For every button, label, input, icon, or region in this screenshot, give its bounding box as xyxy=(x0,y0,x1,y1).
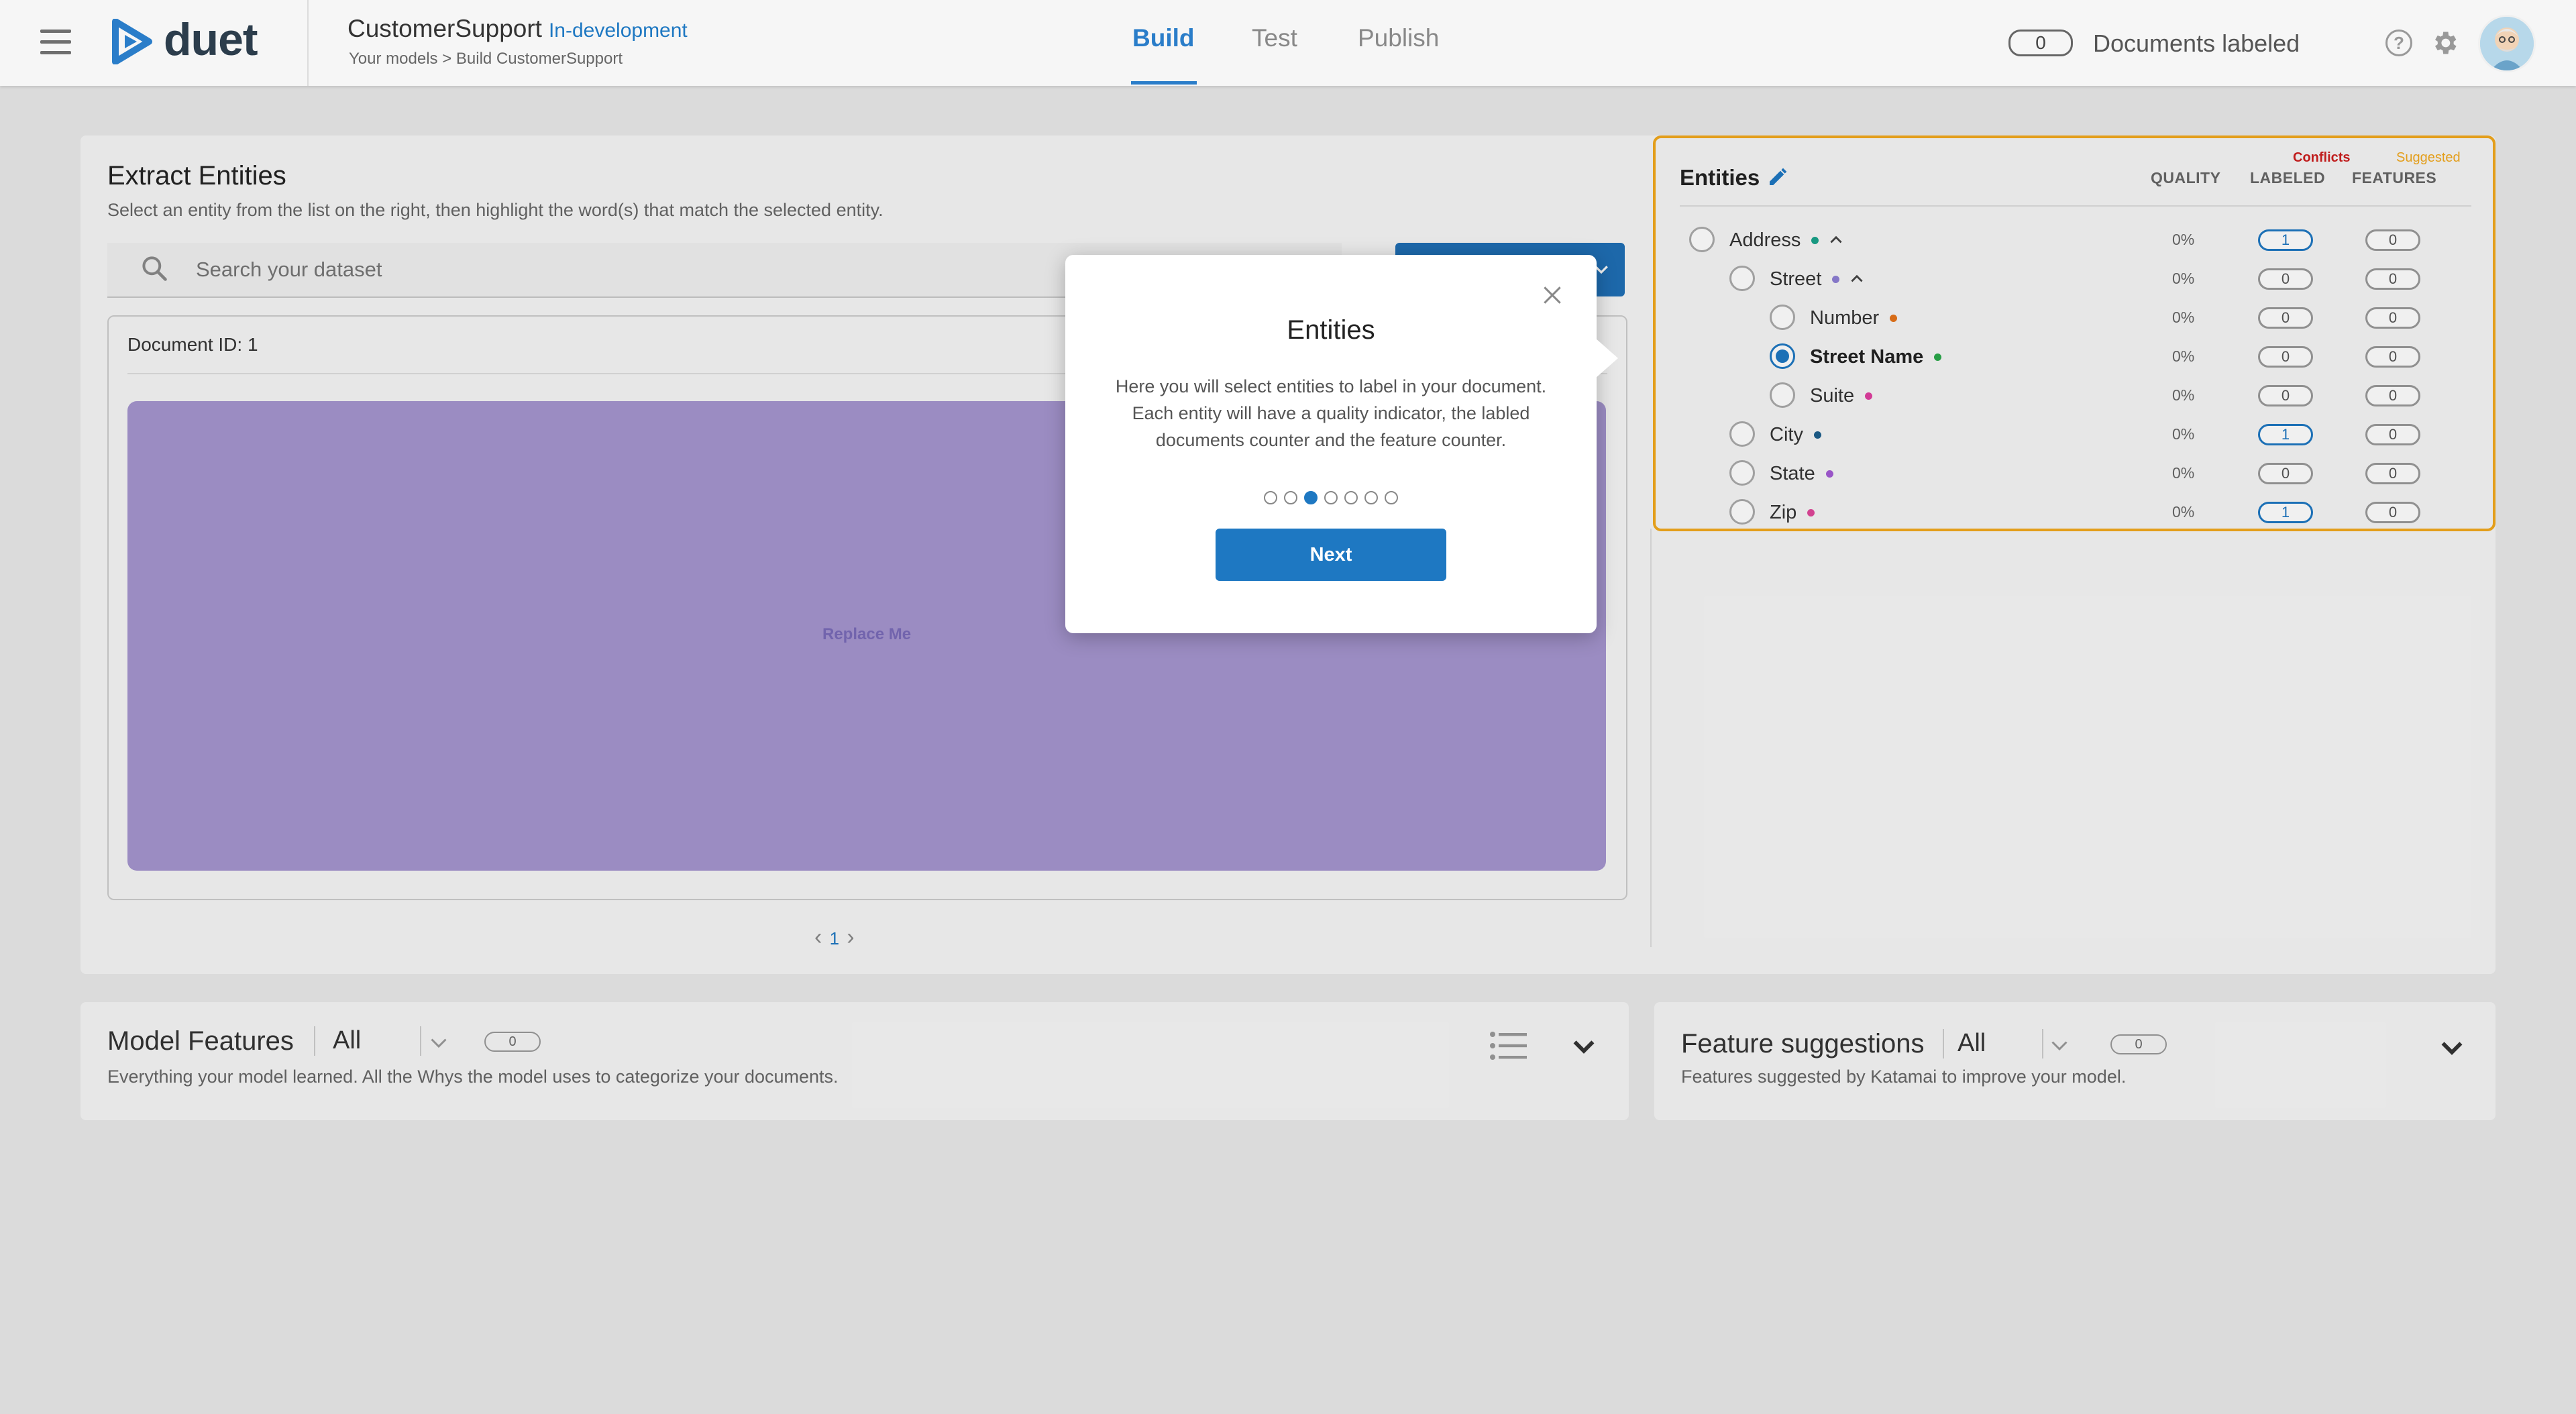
next-button[interactable]: Next xyxy=(1216,529,1446,581)
documents-labeled-label: Documents labeled xyxy=(2093,30,2300,57)
help-icon[interactable]: ? xyxy=(2385,30,2412,56)
breadcrumb[interactable]: Your models > Build CustomerSupport xyxy=(349,50,623,68)
tab-active-indicator xyxy=(1131,81,1197,85)
tab-publish[interactable]: Publish xyxy=(1358,24,1439,52)
project-title: CustomerSupport In-development xyxy=(347,15,688,43)
step-dot xyxy=(1385,491,1398,504)
step-dot xyxy=(1284,491,1297,504)
step-dot xyxy=(1304,491,1318,504)
step-indicator xyxy=(1065,491,1597,508)
documents-labeled-count: 0 xyxy=(2008,30,2073,56)
user-avatar[interactable] xyxy=(2478,15,2536,72)
modal-title: Entities xyxy=(1287,315,1375,345)
step-dot xyxy=(1364,491,1378,504)
modal-pointer-arrow xyxy=(1595,338,1618,378)
app-header: duet CustomerSupport In-development Your … xyxy=(0,0,2576,86)
settings-gear-icon[interactable] xyxy=(2430,28,2459,61)
project-status[interactable]: In-development xyxy=(549,19,688,42)
hamburger-menu-icon[interactable] xyxy=(40,30,71,54)
logo-text: duet xyxy=(164,14,258,65)
tab-build[interactable]: Build xyxy=(1132,24,1194,52)
modal-body: Here you will select entities to label i… xyxy=(1115,376,1547,450)
avatar-illustration-icon xyxy=(2480,17,2534,70)
step-dot xyxy=(1344,491,1358,504)
step-dot xyxy=(1264,491,1277,504)
onboarding-modal: Entities Here you will select entities t… xyxy=(1065,255,1618,633)
step-dot xyxy=(1324,491,1338,504)
close-icon[interactable] xyxy=(1539,282,1566,312)
tab-test[interactable]: Test xyxy=(1252,24,1297,52)
duet-logo-icon xyxy=(112,19,152,64)
project-name: CustomerSupport xyxy=(347,15,542,42)
header-divider xyxy=(307,0,309,86)
